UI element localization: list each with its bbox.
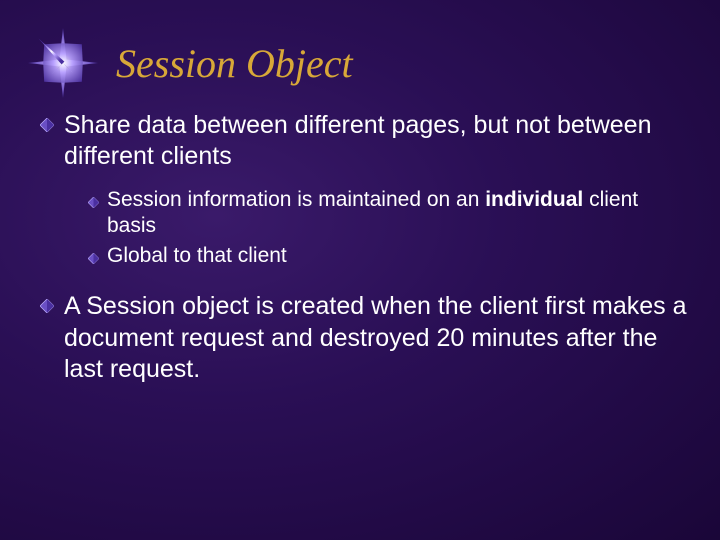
text-bold: individual <box>485 188 583 211</box>
diamond-bullet-icon <box>40 299 54 313</box>
text-segment: Session information is maintained on an <box>107 188 485 211</box>
diamond-bullet-icon <box>88 195 99 206</box>
diamond-bullet-icon <box>40 118 54 132</box>
bullet-level2: Session information is maintained on an … <box>88 187 690 240</box>
slide-content: Share data between different pages, but … <box>40 110 690 399</box>
slide-title-row: Session Object <box>28 28 353 98</box>
bullet-text: A Session object is created when the cli… <box>64 291 690 385</box>
bullet-text: Share data between different pages, but … <box>64 110 690 173</box>
bullet-level1: A Session object is created when the cli… <box>40 291 690 385</box>
bullet-text: Session information is maintained on an … <box>107 187 690 240</box>
sub-bullet-group: Session information is maintained on an … <box>40 187 690 270</box>
diamond-bullet-icon <box>88 251 99 262</box>
bullet-text: Global to that client <box>107 243 690 269</box>
bullet-level1: Share data between different pages, but … <box>40 110 690 173</box>
star-icon <box>28 28 98 98</box>
text-segment: Global to that client <box>107 244 287 267</box>
slide-title: Session Object <box>116 40 353 87</box>
bullet-level2: Global to that client <box>88 243 690 269</box>
